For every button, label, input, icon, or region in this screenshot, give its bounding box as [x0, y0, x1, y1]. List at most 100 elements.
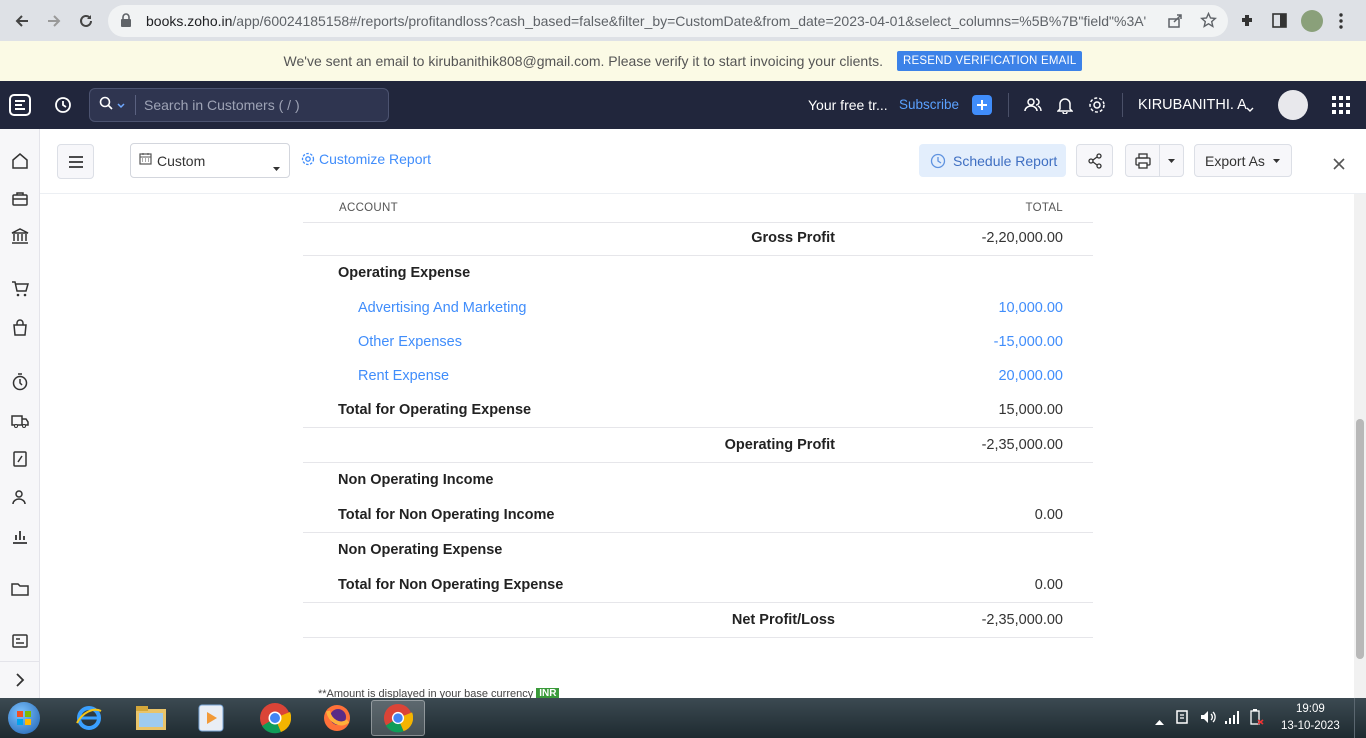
network-device-icon[interactable] — [1175, 709, 1189, 730]
reports-chart-icon[interactable] — [10, 526, 30, 546]
total-value: 0.00 — [1034, 577, 1063, 593]
items-box-icon[interactable] — [10, 189, 30, 209]
chrome-taskbar-icon[interactable] — [248, 700, 302, 736]
plus-icon — [977, 100, 987, 110]
app-launcher-grid-icon[interactable] — [1332, 96, 1350, 119]
resend-verification-button[interactable]: RESEND VERIFICATION EMAIL — [896, 51, 1083, 71]
chrome-menu-icon[interactable] — [1338, 12, 1344, 35]
total-label: Total for Operating Expense — [338, 402, 532, 418]
url-text: books.zoho.in/app/60024185158#/reports/p… — [146, 13, 1146, 29]
battery-icon[interactable] — [1248, 709, 1264, 730]
date-filter-dropdown[interactable]: Custom — [130, 143, 290, 178]
start-button[interactable] — [2, 700, 46, 736]
account-row[interactable]: Rent Expense 20,000.00 — [303, 359, 1093, 393]
settings-gear-icon[interactable] — [1088, 96, 1106, 119]
print-button[interactable] — [1125, 144, 1160, 177]
date-filter-value: Custom — [157, 152, 206, 169]
account-link[interactable]: Other Expenses — [358, 334, 462, 350]
footnote-text: **Amount is displayed in your base curre… — [318, 688, 534, 698]
users-icon[interactable] — [1024, 96, 1042, 119]
notifications-bell-icon[interactable] — [1056, 96, 1074, 119]
sales-cart-icon[interactable] — [10, 279, 30, 299]
contacts-user-icon[interactable] — [10, 487, 30, 507]
profit-and-loss-report: ACCOUNT TOTAL Gross Profit -2,20,000.00 … — [303, 194, 1093, 638]
forward-icon[interactable] — [38, 5, 70, 37]
non-operating-income-header: Non Operating Income — [338, 472, 494, 488]
report-toolbar: Custom Customize Report Schedule Report … — [40, 129, 1366, 194]
windows-logo-icon — [8, 702, 40, 734]
export-as-dropdown[interactable]: Export As — [1194, 144, 1292, 177]
left-sidebar — [0, 129, 40, 698]
clock-icon — [930, 153, 946, 168]
windows-taskbar: 19:09 13-10-2023 — [0, 698, 1366, 738]
operating-profit-row: Operating Profit -2,35,000.00 — [303, 428, 1093, 463]
user-avatar[interactable] — [1278, 90, 1308, 120]
customize-report-link[interactable]: Customize Report — [301, 151, 431, 167]
internet-explorer-icon[interactable] — [62, 700, 116, 736]
volume-speaker-icon[interactable] — [1199, 709, 1217, 730]
extensions-icon[interactable] — [1239, 12, 1256, 34]
export-as-label: Export As — [1205, 152, 1265, 169]
config-icon[interactable] — [10, 631, 30, 651]
quick-create-button[interactable] — [972, 95, 992, 115]
recent-history-icon[interactable] — [54, 96, 72, 119]
schedule-report-button[interactable]: Schedule Report — [919, 144, 1066, 177]
search-input[interactable]: Search in Customers ( / ) — [135, 95, 300, 115]
show-desktop-button[interactable] — [1354, 698, 1366, 738]
profile-avatar[interactable] — [1301, 10, 1323, 32]
clock-date[interactable]: 13-10-2023 — [1281, 720, 1340, 732]
eway-bill-truck-icon[interactable] — [10, 411, 30, 431]
total-label: Total for Non Operating Expense — [338, 577, 564, 593]
side-panel-icon[interactable] — [1272, 13, 1287, 33]
account-link[interactable]: Rent Expense — [358, 368, 449, 384]
scrollbar-thumb[interactable] — [1356, 419, 1364, 659]
chevron-down-icon[interactable] — [117, 96, 125, 114]
account-row[interactable]: Advertising And Marketing 10,000.00 — [303, 291, 1093, 325]
share-report-button[interactable] — [1076, 144, 1113, 177]
chrome-active-window-icon[interactable] — [371, 700, 425, 736]
operating-expense-header: Operating Expense — [338, 265, 471, 281]
subscribe-link[interactable]: Subscribe — [899, 97, 959, 112]
media-player-icon[interactable] — [184, 700, 238, 736]
net-profit-label: Net Profit/Loss — [731, 612, 835, 628]
account-value-link[interactable]: -15,000.00 — [994, 334, 1063, 350]
vertical-scrollbar[interactable] — [1354, 194, 1366, 698]
org-name[interactable]: KIRUBANITHI. A — [1138, 97, 1247, 113]
column-header-account: ACCOUNT — [339, 202, 398, 214]
hamburger-menu-button[interactable] — [57, 144, 94, 179]
time-tracking-icon[interactable] — [10, 372, 30, 392]
clock-time[interactable]: 19:09 — [1296, 703, 1325, 715]
zoho-books-logo-icon[interactable] — [8, 93, 32, 122]
show-hidden-icons-icon[interactable] — [1155, 712, 1164, 730]
account-link[interactable]: Advertising And Marketing — [358, 300, 526, 316]
divider — [0, 661, 40, 662]
total-row: Total for Operating Expense 15,000.00 — [303, 393, 1093, 428]
accountant-icon[interactable] — [10, 449, 30, 469]
trial-status-text: Your free tr... — [808, 97, 888, 113]
purchases-bag-icon[interactable] — [10, 318, 30, 338]
home-icon[interactable] — [10, 151, 30, 171]
expand-sidebar-chevron-icon[interactable] — [10, 670, 30, 690]
search-box[interactable]: Search in Customers ( / ) — [89, 88, 389, 122]
reload-icon[interactable] — [70, 5, 102, 37]
section-header-row: Non Operating Expense — [303, 533, 1093, 568]
share-icon[interactable] — [1167, 13, 1183, 34]
banking-icon[interactable] — [10, 226, 30, 246]
address-bar[interactable]: books.zoho.in/app/60024185158#/reports/p… — [108, 5, 1228, 37]
back-icon[interactable] — [6, 5, 38, 37]
calendar-icon — [139, 152, 152, 170]
signal-bars-icon[interactable] — [1224, 709, 1240, 730]
org-chevron-down-icon[interactable] — [1246, 100, 1254, 118]
browser-toolbar: books.zoho.in/app/60024185158#/reports/p… — [0, 0, 1366, 41]
close-icon[interactable] — [1333, 157, 1345, 175]
firefox-icon[interactable] — [310, 700, 364, 736]
documents-folder-icon[interactable] — [10, 579, 30, 599]
bookmark-star-icon[interactable] — [1200, 11, 1217, 34]
account-value-link[interactable]: 20,000.00 — [998, 368, 1063, 384]
print-options-dropdown[interactable] — [1159, 144, 1184, 177]
account-row[interactable]: Other Expenses -15,000.00 — [303, 325, 1093, 359]
operating-profit-value: -2,35,000.00 — [981, 437, 1063, 453]
file-explorer-icon[interactable] — [124, 700, 178, 736]
account-value-link[interactable]: 10,000.00 — [998, 300, 1063, 316]
share-nodes-icon — [1087, 152, 1102, 169]
